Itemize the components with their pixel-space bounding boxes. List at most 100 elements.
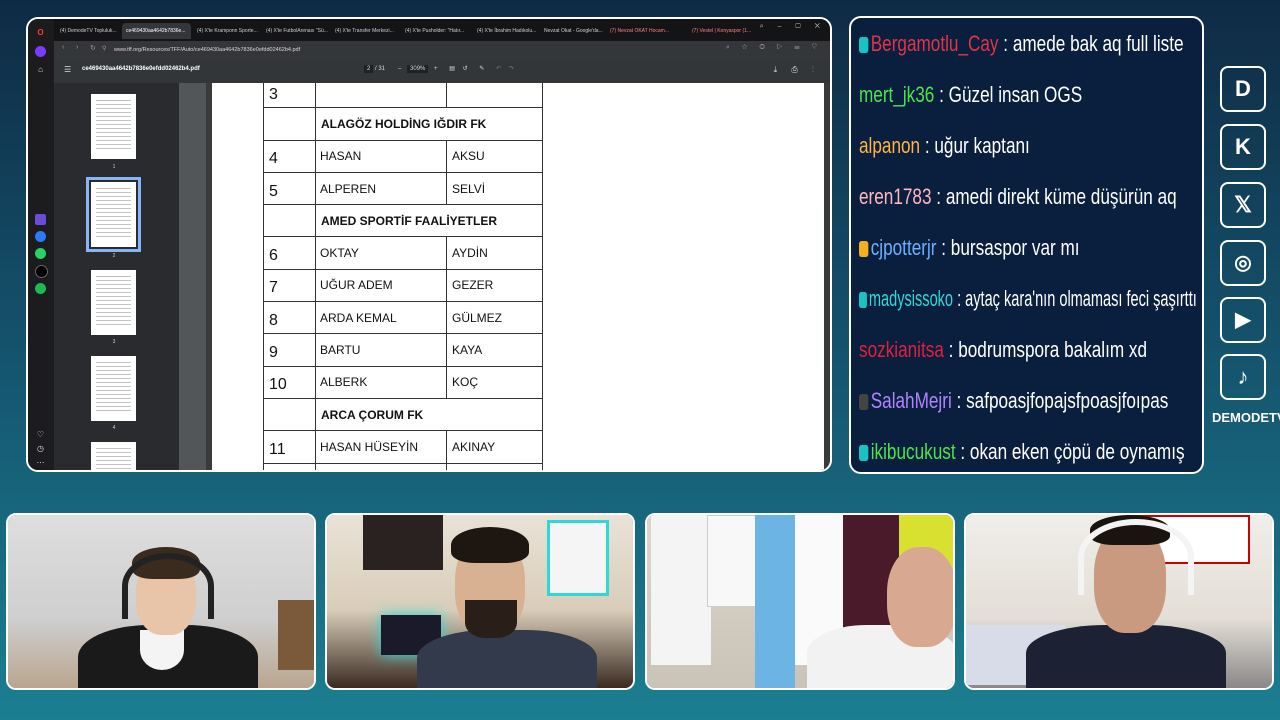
- row-number: 7: [263, 268, 316, 303]
- club-row: AMED SPORTİF FAALİYETLER: [263, 204, 543, 238]
- browser-tab[interactable]: (4) X'te Pusholder: "Hatır...: [401, 23, 471, 39]
- back-icon[interactable]: ‹: [62, 44, 64, 51]
- fit-page-icon[interactable]: ▤: [449, 66, 455, 72]
- aria-icon[interactable]: [35, 46, 46, 57]
- chat-message: ikibucukust : okan eken çöpü de oynamış: [859, 438, 1185, 466]
- chat-message: SalahMejri : safpoasjfopajsfpoasjfoıpas: [859, 387, 1168, 415]
- home-icon[interactable]: ⌂: [35, 64, 46, 75]
- player-row: 7 UĞUR ADEM GEZER: [263, 268, 543, 303]
- more-icon[interactable]: ⋯: [35, 457, 46, 468]
- app-icon[interactable]: [35, 214, 46, 225]
- thumb-number: 1: [112, 164, 116, 170]
- chat-badge-icon: [859, 292, 867, 309]
- chat-username: alpanon: [859, 133, 921, 158]
- messenger-icon[interactable]: [35, 231, 46, 242]
- instagram-icon: ◎: [1220, 240, 1266, 286]
- pdf-title: ce469430aa4642b7836e0efdd02462b4.pdf: [82, 66, 200, 72]
- player-row: 11 HASAN HÜSEYİN AKINAY: [263, 430, 543, 464]
- url-field[interactable]: www.tff.org/Resources/TFF/Auto/ce469430a…: [114, 45, 674, 56]
- whatsapp-icon[interactable]: [35, 248, 46, 259]
- page-thumbnail[interactable]: [91, 442, 136, 470]
- chat-username: mert_jk36: [859, 82, 935, 107]
- undo-icon[interactable]: ↶: [496, 66, 501, 72]
- browser-tab[interactable]: (4) X'te Kramponn Sporte...: [193, 23, 260, 39]
- menu-icon[interactable]: ☰: [64, 65, 71, 74]
- last-name: AKSU: [446, 139, 543, 173]
- spotify-icon[interactable]: [35, 283, 46, 294]
- first-name: HASAN: [315, 139, 447, 173]
- forward-icon[interactable]: ›: [76, 44, 78, 51]
- browser-tab[interactable]: ce469430aa4642b7836e...: [122, 23, 191, 39]
- player-row: 10 ALBERK KOÇ: [263, 365, 543, 399]
- page-indicator: 2 / 31: [364, 65, 385, 73]
- chat-message: alpanon : uğur kaptanı: [859, 133, 1030, 158]
- first-name: ATAKAN: [315, 462, 447, 470]
- club-row: ARCA ÇORUM FK: [263, 397, 543, 432]
- heart-icon[interactable]: ♡: [35, 429, 46, 440]
- tab-strip: (4) DemodeTV Topluluk... ce469430aa4642b7…: [54, 19, 830, 41]
- url-actions-icon[interactable]: ⌕ ☆ ◎ ▷ ☰ ♡: [726, 44, 822, 52]
- browser-tab[interactable]: (7) Nevzat OKAT Hocam...: [606, 23, 686, 39]
- browser-tab[interactable]: (4) DemodeTV Topluluk...: [56, 23, 120, 39]
- row-number: 9: [263, 333, 316, 367]
- chat-badge-icon: [859, 241, 869, 258]
- browser-window: O ⌂ ♡ ◷ ⋯ (4) DemodeTV Topluluk... ce4694…: [26, 17, 832, 472]
- reload-icon[interactable]: ↻: [90, 44, 96, 52]
- first-name: UĞUR ADEM: [315, 268, 447, 303]
- page-thumbnail[interactable]: [91, 356, 136, 421]
- chat-message: madysissoko : aytaç kara'nın olmaması fe…: [859, 285, 1197, 313]
- zoom-in-icon[interactable]: +: [434, 66, 438, 72]
- row-number: 12: [263, 462, 316, 470]
- download-print-icons[interactable]: ⤓ ⎙ ⋮: [774, 65, 820, 75]
- rotate-icon[interactable]: ↺: [463, 66, 468, 72]
- x-app-icon[interactable]: [35, 265, 48, 278]
- player-row: 6 OKTAY AYDİN: [263, 236, 543, 270]
- page-thumbnail-selected[interactable]: [86, 177, 141, 252]
- browser-tab[interactable]: (7) Vestel | Konyaspor (1...: [688, 23, 752, 39]
- history-icon[interactable]: ◷: [35, 443, 46, 454]
- chat-message: sozkianitsa : bodrumspora bakalım xd: [859, 337, 1148, 362]
- row-number: [263, 397, 316, 432]
- chat-overlay: Bergamotlu_Cay : amede bak aq full liste…: [849, 16, 1204, 474]
- chat-message: Bergamotlu_Cay : amede bak aq full liste: [859, 30, 1184, 58]
- thumb-number: 4: [112, 425, 116, 431]
- chat-message: cjpotterjr : bursaspor var mı: [859, 234, 1080, 262]
- kick-icon: K: [1220, 124, 1266, 170]
- window-controls[interactable]: ⌕ – ▢ ✕: [760, 23, 826, 31]
- page-input[interactable]: 2: [364, 65, 374, 73]
- annotate-icon[interactable]: ✎: [479, 66, 484, 72]
- browser-tab[interactable]: Nevzat Okat - Google'da...: [540, 23, 604, 39]
- chat-text: aytaç kara'nın olmaması feci şaşırttı: [965, 286, 1197, 311]
- chat-username: madysissoko: [868, 286, 954, 311]
- tiktok-icon: ♪: [1220, 354, 1266, 400]
- last-name: CANGÖZ: [446, 462, 543, 470]
- chat-username: Bergamotlu_Cay: [870, 31, 999, 56]
- opera-logo-icon[interactable]: O: [35, 27, 46, 38]
- chat-username: SalahMejri: [870, 388, 952, 413]
- scrollbar[interactable]: [824, 83, 830, 470]
- last-name: GÜLMEZ: [446, 301, 543, 335]
- site-info-icon[interactable]: ⚲: [102, 45, 106, 52]
- thumbnail-sidebar: 1 2 3 4: [54, 83, 179, 470]
- webcam-2: [325, 513, 635, 690]
- chat-text: Güzel insan OGS: [948, 82, 1083, 107]
- browser-tab[interactable]: (4) X'te İbrahim Hadıkolu...: [473, 23, 538, 39]
- redo-icon[interactable]: ↷: [509, 66, 514, 72]
- chat-text: safpoasjfopajsfpoasjfoıpas: [966, 388, 1169, 413]
- zoom-input[interactable]: 309%: [407, 65, 429, 73]
- first-name: ALBERK: [315, 365, 447, 399]
- browser-tab[interactable]: (4) X'te Transfer Merkezi...: [331, 23, 399, 39]
- zoom-out-icon[interactable]: –: [398, 66, 401, 72]
- webcam-4: [964, 513, 1274, 690]
- browser-tab[interactable]: (4) X'te FutbolArenası "Sü...: [262, 23, 329, 39]
- player-row: 9 BARTU KAYA: [263, 333, 543, 367]
- last-name: SELVİ: [446, 171, 543, 206]
- player-table: 3 ALAGÖZ HOLDİNG IĞDIR FK 4 HASAN AKSU 5 ALPER…: [263, 83, 543, 470]
- pdf-viewer[interactable]: 3 ALAGÖZ HOLDİNG IĞDIR FK 4 HASAN AKSU 5 ALPER…: [179, 83, 830, 470]
- page-thumbnail[interactable]: [91, 94, 136, 159]
- first-name: ALPEREN: [315, 171, 447, 206]
- address-bar: ‹ › ↻ ⚲ www.tff.org/Resources/TFF/Auto/c…: [54, 41, 830, 59]
- last-name: GEZER: [446, 268, 543, 303]
- row-number: 4: [263, 139, 316, 173]
- page-thumbnail[interactable]: [91, 270, 136, 335]
